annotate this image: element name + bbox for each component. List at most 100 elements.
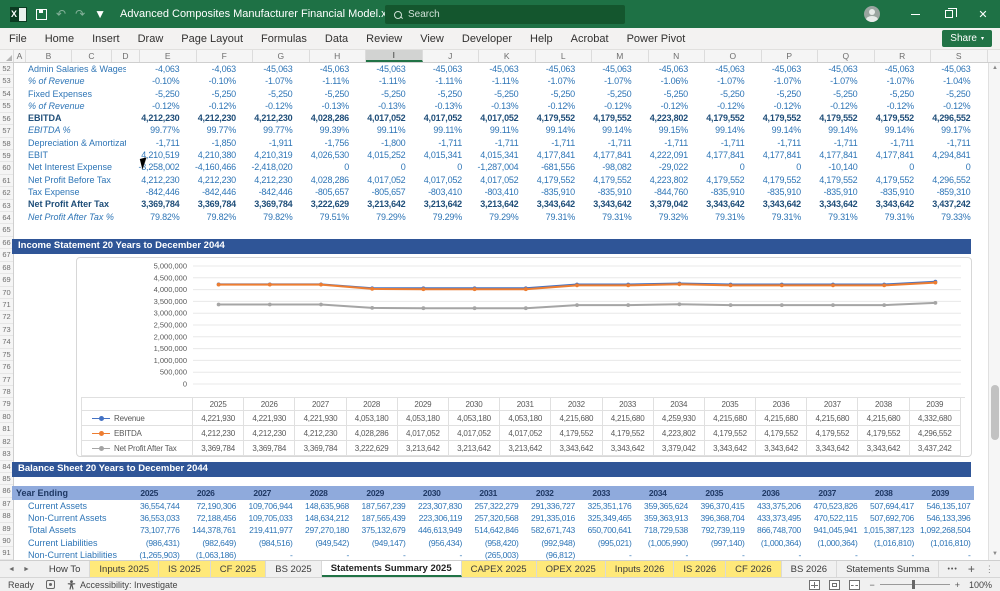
cell[interactable]: 4,179,552 — [691, 112, 748, 124]
cell[interactable]: 99.14% — [691, 124, 748, 136]
cell[interactable]: -0.12% — [183, 100, 240, 112]
cell[interactable]: (982,649) — [183, 537, 240, 549]
row-label[interactable]: Tax Expense — [12, 186, 126, 198]
cell[interactable]: -0.13% — [409, 100, 466, 112]
cell[interactable]: 4,177,841 — [748, 149, 805, 161]
cell[interactable]: 325,349,465 — [578, 512, 635, 524]
legend-item-ebitda[interactable]: EBITDA — [81, 426, 193, 441]
cell[interactable]: -835,910 — [578, 186, 635, 198]
cell[interactable]: 3,437,242 — [917, 198, 974, 210]
undo-icon[interactable]: ↶ — [56, 8, 66, 20]
sheet-tab-capex-2025[interactable]: CAPEX 2025 — [462, 561, 537, 577]
data-point[interactable] — [319, 283, 323, 287]
cell[interactable]: 3,222,629 — [296, 198, 353, 210]
year-header-cell[interactable]: 2030 — [409, 486, 466, 500]
accessibility-status[interactable]: Accessibility: Investigate — [67, 580, 178, 590]
cell[interactable]: -1,800 — [352, 137, 409, 149]
cell[interactable]: -0.13% — [465, 100, 522, 112]
cell[interactable]: -1,711 — [635, 137, 692, 149]
add-sheet-button[interactable]: + — [968, 562, 975, 576]
row-header-71[interactable]: 71 — [0, 299, 13, 311]
row-header-69[interactable]: 69 — [0, 274, 13, 286]
cell[interactable]: 223,306,119 — [409, 512, 466, 524]
row-header-79[interactable]: 79 — [0, 398, 13, 410]
cell[interactable]: -1.06% — [635, 75, 692, 87]
sheet-nav-left-icon[interactable]: ◄ — [8, 566, 15, 573]
cell[interactable]: -842,446 — [126, 186, 183, 198]
cell[interactable]: -45,063 — [748, 63, 805, 75]
vertical-scroll-thumb[interactable] — [991, 385, 999, 440]
row-header-74[interactable]: 74 — [0, 336, 13, 348]
cell[interactable]: 109,705,033 — [239, 512, 296, 524]
cell[interactable]: -1.07% — [861, 75, 918, 87]
row-header-83[interactable]: 83 — [0, 448, 13, 460]
row-label[interactable]: Non-Current Assets — [12, 512, 126, 524]
cell[interactable]: (949,542) — [296, 537, 353, 549]
cell[interactable]: -1,850 — [183, 137, 240, 149]
sheet-tab-inputs-2025[interactable]: Inputs 2025 — [90, 561, 159, 577]
row-label[interactable]: EBITDA % — [12, 124, 126, 136]
cell[interactable]: 3,343,642 — [691, 198, 748, 210]
cell[interactable]: 297,270,180 — [296, 524, 353, 536]
cell[interactable]: -835,910 — [691, 186, 748, 198]
cell[interactable]: (997,140) — [691, 537, 748, 549]
row-header-72[interactable]: 72 — [0, 311, 13, 323]
cell[interactable]: -5,250 — [465, 88, 522, 100]
sheet-tab-is-2026[interactable]: IS 2026 — [674, 561, 726, 577]
cell[interactable]: 4,177,841 — [691, 149, 748, 161]
row-label[interactable]: Net Profit After Tax % — [12, 211, 126, 223]
cell[interactable]: 433,375,206 — [748, 500, 805, 512]
cell[interactable]: (986,431) — [126, 537, 183, 549]
cell[interactable]: 99.77% — [126, 124, 183, 136]
cell[interactable]: 3,213,642 — [409, 198, 466, 210]
sheet-tab-how-to[interactable]: How To — [40, 561, 91, 577]
cell[interactable]: 0 — [352, 161, 409, 173]
cell[interactable]: 4,017,052 — [409, 174, 466, 186]
cell[interactable]: -45,063 — [804, 63, 861, 75]
cell[interactable]: -803,410 — [465, 186, 522, 198]
cell[interactable]: 79.31% — [748, 211, 805, 223]
vertical-scrollbar[interactable]: ▲ ▼ — [988, 63, 1000, 560]
cell[interactable]: 3,213,642 — [465, 198, 522, 210]
year-header-cell[interactable]: 2032 — [522, 486, 579, 500]
cell[interactable]: -1.07% — [804, 75, 861, 87]
cell[interactable]: -1,711 — [465, 137, 522, 149]
row-header-76[interactable]: 76 — [0, 361, 13, 373]
cell[interactable]: -45,063 — [522, 63, 579, 75]
scroll-down-icon[interactable]: ▼ — [989, 549, 1000, 560]
cell[interactable]: -5,250 — [239, 88, 296, 100]
ribbon-tab-help[interactable]: Help — [521, 28, 562, 50]
tab-splitter-handle[interactable]: ⋮ — [985, 564, 994, 575]
row-label[interactable]: Depreciation & Amortization — [12, 137, 126, 149]
cell[interactable]: -1,711 — [917, 137, 974, 149]
cell[interactable]: 79.33% — [917, 211, 974, 223]
cell[interactable]: 4,179,552 — [804, 174, 861, 186]
cell[interactable]: 396,368,704 — [691, 512, 748, 524]
cell[interactable]: -0.13% — [352, 100, 409, 112]
cell[interactable]: 718,729,538 — [635, 524, 692, 536]
cell[interactable]: - — [804, 549, 861, 560]
row-label[interactable]: Net Interest Expense — [12, 161, 126, 173]
cell[interactable]: -5,250 — [296, 88, 353, 100]
cell[interactable]: -1.07% — [578, 75, 635, 87]
cell[interactable]: (1,265,903) — [126, 549, 183, 560]
year-header-cell[interactable]: 2028 — [296, 486, 353, 500]
cell[interactable]: 4,017,052 — [465, 174, 522, 186]
row-header-78[interactable]: 78 — [0, 386, 13, 398]
ribbon-tab-data[interactable]: Data — [316, 28, 357, 50]
cell[interactable]: 4,017,052 — [465, 112, 522, 124]
cell[interactable]: -0.12% — [691, 100, 748, 112]
cell[interactable]: - — [861, 549, 918, 560]
cell[interactable]: 79.31% — [804, 211, 861, 223]
cell[interactable]: 4,223,802 — [635, 112, 692, 124]
cell[interactable]: 4,210,519 — [126, 149, 183, 161]
row-header-81[interactable]: 81 — [0, 423, 13, 435]
cell[interactable]: 187,567,239 — [352, 500, 409, 512]
ribbon-tab-developer[interactable]: Developer — [453, 28, 521, 50]
cell[interactable]: 546,133,396 — [917, 512, 974, 524]
cell[interactable]: (1,063,186) — [183, 549, 240, 560]
cell[interactable]: 144,378,761 — [183, 524, 240, 536]
cell[interactable]: - — [239, 549, 296, 560]
cell[interactable]: 99.14% — [578, 124, 635, 136]
cell[interactable]: -681,556 — [522, 161, 579, 173]
